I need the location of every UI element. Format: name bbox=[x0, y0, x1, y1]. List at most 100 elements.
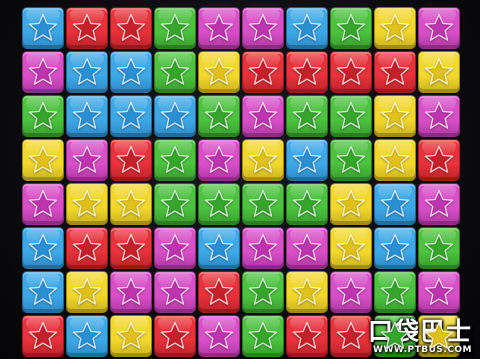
star-icon bbox=[160, 145, 190, 173]
star-tile-purple[interactable] bbox=[242, 227, 284, 269]
star-tile-yellow[interactable] bbox=[66, 271, 108, 313]
star-tile-purple[interactable] bbox=[418, 183, 460, 225]
star-tile-red[interactable] bbox=[198, 271, 240, 313]
star-icon bbox=[336, 57, 366, 85]
star-tile-blue[interactable] bbox=[22, 227, 64, 269]
star-tile-red[interactable] bbox=[374, 51, 416, 93]
star-icon bbox=[116, 189, 146, 217]
star-tile-yellow[interactable] bbox=[374, 95, 416, 137]
star-icon bbox=[248, 321, 278, 349]
star-tile-red[interactable] bbox=[330, 315, 372, 357]
star-tile-yellow[interactable] bbox=[110, 315, 152, 357]
star-icon bbox=[116, 277, 146, 305]
star-tile-green[interactable] bbox=[330, 7, 372, 49]
star-icon bbox=[248, 101, 278, 129]
star-tile-green[interactable] bbox=[330, 95, 372, 137]
star-tile-red[interactable] bbox=[22, 315, 64, 357]
star-tile-green[interactable] bbox=[242, 183, 284, 225]
star-tile-blue[interactable] bbox=[22, 271, 64, 313]
star-tile-blue[interactable] bbox=[110, 95, 152, 137]
star-tile-green[interactable] bbox=[154, 139, 196, 181]
star-tile-red[interactable] bbox=[110, 227, 152, 269]
star-tile-red[interactable] bbox=[110, 139, 152, 181]
star-tile-blue[interactable] bbox=[66, 51, 108, 93]
star-tile-red[interactable] bbox=[330, 51, 372, 93]
star-tile-yellow[interactable] bbox=[110, 183, 152, 225]
star-tile-green[interactable] bbox=[154, 183, 196, 225]
star-tile-green[interactable] bbox=[330, 139, 372, 181]
star-icon bbox=[380, 277, 410, 305]
star-icon bbox=[380, 57, 410, 85]
star-tile-purple[interactable] bbox=[22, 183, 64, 225]
star-tile-green[interactable] bbox=[418, 227, 460, 269]
star-tile-green[interactable] bbox=[154, 51, 196, 93]
star-tile-red[interactable] bbox=[286, 315, 328, 357]
star-tile-purple[interactable] bbox=[286, 227, 328, 269]
star-icon bbox=[204, 145, 234, 173]
star-tile-blue[interactable] bbox=[66, 315, 108, 357]
star-icon bbox=[72, 101, 102, 129]
star-icon bbox=[336, 277, 366, 305]
star-tile-green[interactable] bbox=[374, 315, 416, 357]
star-tile-green[interactable] bbox=[198, 95, 240, 137]
star-tile-yellow[interactable] bbox=[374, 7, 416, 49]
star-tile-yellow[interactable] bbox=[66, 183, 108, 225]
star-tile-green[interactable] bbox=[374, 271, 416, 313]
star-icon bbox=[204, 277, 234, 305]
star-tile-yellow[interactable] bbox=[374, 139, 416, 181]
star-tile-yellow[interactable] bbox=[242, 139, 284, 181]
star-tile-purple[interactable] bbox=[198, 315, 240, 357]
star-tile-green[interactable] bbox=[242, 315, 284, 357]
star-tile-red[interactable] bbox=[242, 51, 284, 93]
star-tile-purple[interactable] bbox=[242, 95, 284, 137]
star-tile-yellow[interactable] bbox=[418, 51, 460, 93]
star-tile-yellow[interactable] bbox=[198, 51, 240, 93]
star-tile-purple[interactable] bbox=[418, 271, 460, 313]
star-tile-blue[interactable] bbox=[286, 139, 328, 181]
star-tile-red[interactable] bbox=[418, 139, 460, 181]
star-tile-green[interactable] bbox=[286, 183, 328, 225]
star-tile-purple[interactable] bbox=[22, 51, 64, 93]
star-tile-yellow[interactable] bbox=[330, 183, 372, 225]
star-tile-purple[interactable] bbox=[154, 227, 196, 269]
star-tile-blue[interactable] bbox=[286, 7, 328, 49]
star-tile-purple[interactable] bbox=[154, 271, 196, 313]
star-tile-green[interactable] bbox=[242, 271, 284, 313]
star-tile-yellow[interactable] bbox=[22, 139, 64, 181]
star-tile-yellow[interactable] bbox=[286, 271, 328, 313]
star-icon bbox=[28, 189, 58, 217]
star-tile-yellow[interactable] bbox=[418, 315, 460, 357]
star-tile-blue[interactable] bbox=[198, 227, 240, 269]
star-tile-red[interactable] bbox=[66, 7, 108, 49]
star-tile-blue[interactable] bbox=[374, 227, 416, 269]
star-icon bbox=[204, 189, 234, 217]
star-tile-purple[interactable] bbox=[198, 7, 240, 49]
star-tile-blue[interactable] bbox=[154, 95, 196, 137]
star-tile-yellow[interactable] bbox=[330, 227, 372, 269]
star-tile-green[interactable] bbox=[198, 183, 240, 225]
star-tile-purple[interactable] bbox=[66, 139, 108, 181]
star-icon bbox=[424, 189, 454, 217]
star-tile-purple[interactable] bbox=[418, 95, 460, 137]
star-tile-purple[interactable] bbox=[198, 139, 240, 181]
star-tile-red[interactable] bbox=[286, 51, 328, 93]
star-tile-green[interactable] bbox=[22, 95, 64, 137]
star-tile-purple[interactable] bbox=[242, 7, 284, 49]
star-tile-purple[interactable] bbox=[418, 7, 460, 49]
star-tile-purple[interactable] bbox=[110, 271, 152, 313]
star-tile-red[interactable] bbox=[66, 227, 108, 269]
star-tile-red[interactable] bbox=[110, 7, 152, 49]
star-icon bbox=[248, 145, 278, 173]
star-icon bbox=[380, 145, 410, 173]
star-tile-blue[interactable] bbox=[374, 183, 416, 225]
star-tile-red[interactable] bbox=[154, 315, 196, 357]
star-tile-purple[interactable] bbox=[330, 271, 372, 313]
star-tile-green[interactable] bbox=[154, 7, 196, 49]
star-tile-green[interactable] bbox=[286, 95, 328, 137]
star-icon bbox=[28, 233, 58, 261]
star-tile-blue[interactable] bbox=[66, 95, 108, 137]
star-icon bbox=[424, 277, 454, 305]
star-icon bbox=[116, 145, 146, 173]
star-tile-blue[interactable] bbox=[22, 7, 64, 49]
star-tile-blue[interactable] bbox=[110, 51, 152, 93]
